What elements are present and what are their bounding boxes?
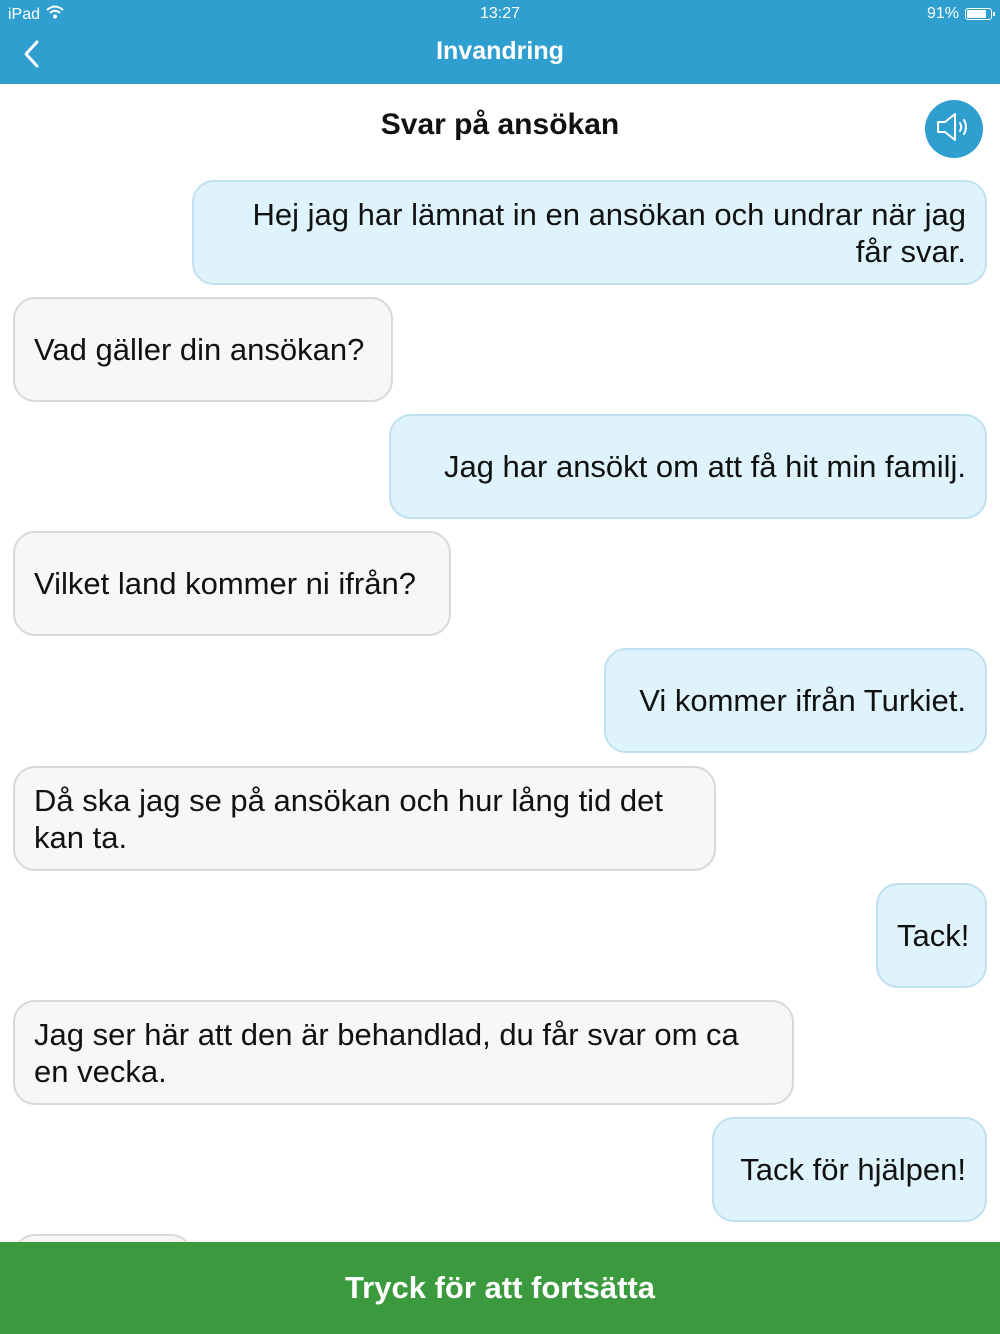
- message-bubble-sent: Tack!: [876, 883, 987, 988]
- message-text: Hej jag har lämnat in en ansökan och und…: [252, 197, 966, 269]
- message-text: Då ska jag se på ansökan och hur lång ti…: [34, 783, 664, 855]
- conversation-title: Svar på ansökan: [380, 108, 620, 141]
- battery-icon: [965, 8, 995, 20]
- message-text: Vilket land kommer ni ifrån?: [34, 566, 416, 601]
- status-time: 13:27: [479, 5, 521, 22]
- message-bubble-received: Vilket land kommer ni ifrån?: [13, 531, 451, 636]
- battery-level: [967, 10, 986, 18]
- message-text: Jag har ansökt om att få hit min familj.: [443, 449, 966, 484]
- message-bubble-sent: Jag har ansökt om att få hit min familj.: [389, 414, 987, 519]
- status-bar: iPad 13:27 91%: [0, 0, 1000, 28]
- message-text: Vad gäller din ansökan?: [34, 332, 365, 367]
- message-bubble-sent: Hej jag har lämnat in en ansökan och und…: [192, 180, 987, 285]
- battery-percent: 91%: [926, 5, 959, 22]
- nav-bar: Invandring: [0, 28, 1000, 84]
- message-text: Tack!: [897, 918, 970, 953]
- message-text: Vi kommer ifrån Turkiet.: [639, 683, 966, 718]
- nav-title: Invandring: [436, 37, 564, 65]
- message-bubble-received: Vad gäller din ansökan?: [13, 297, 393, 402]
- message-bubble-sent: Tack för hjälpen!: [712, 1117, 987, 1222]
- message-bubble-sent: Vi kommer ifrån Turkiet.: [604, 648, 987, 753]
- speaker-icon: [934, 110, 974, 149]
- message-bubble-received: Då ska jag se på ansökan och hur lång ti…: [13, 766, 716, 871]
- continue-button[interactable]: Tryck för att fortsätta: [0, 1242, 1000, 1334]
- message-text: Tack för hjälpen!: [740, 1152, 966, 1187]
- message-bubble-received: Jag ser här att den är behandlad, du får…: [13, 1000, 794, 1105]
- play-audio-button[interactable]: [925, 100, 983, 158]
- message-text: Jag ser här att den är behandlad, du får…: [34, 1017, 739, 1089]
- status-right: 91%: [926, 5, 995, 23]
